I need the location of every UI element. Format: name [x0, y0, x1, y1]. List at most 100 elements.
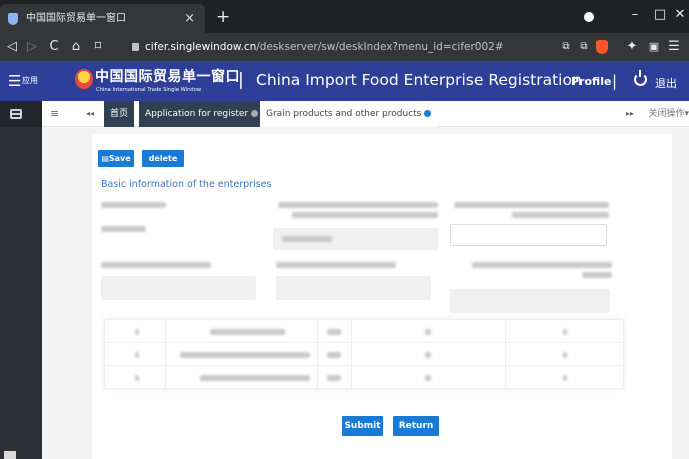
- cell-text: [135, 329, 139, 335]
- field-label: [101, 262, 211, 268]
- logo-text-cn: 中国国际贸易单一窗口: [95, 69, 240, 85]
- submit-button[interactable]: Submit: [342, 416, 383, 436]
- lock-icon: [132, 43, 139, 51]
- cell-text: [327, 375, 341, 381]
- text-field[interactable]: [450, 224, 607, 246]
- browser-tab[interactable]: 中国国际贸易单一窗口 ×: [0, 4, 205, 33]
- reload-icon[interactable]: C: [44, 33, 64, 61]
- field-label: [278, 202, 438, 208]
- field-value: [101, 226, 146, 232]
- sidebar-header: [0, 101, 42, 127]
- tab-grain-products[interactable]: Grain products and other products: [260, 101, 438, 127]
- share-icon[interactable]: ⧉: [574, 33, 594, 61]
- save-icon: ▤: [101, 154, 109, 163]
- tab-home-label: 首页: [110, 109, 129, 119]
- table-row[interactable]: [105, 366, 625, 389]
- url-host: cifer.singlewindow.cn: [145, 41, 257, 53]
- sidebar-toggle-icon[interactable]: [10, 109, 22, 119]
- address-bar[interactable]: cifer.singlewindow.cn/deskserver/sw/desk…: [132, 37, 552, 57]
- text-field[interactable]: [276, 276, 431, 300]
- save-button[interactable]: ▤Save: [98, 150, 134, 167]
- tab-scroll-left-icon[interactable]: ◂◂: [86, 101, 94, 127]
- cell-text: [200, 375, 310, 381]
- field-label: [276, 262, 396, 268]
- sidebar-scrollbar[interactable]: [4, 451, 16, 459]
- tab-menu-icon[interactable]: ≡: [50, 101, 59, 127]
- tab-grain-label: Grain products and other products: [266, 109, 422, 119]
- save-label: Save: [108, 154, 131, 163]
- page-tabstrip: ≡ ◂◂ 首页 Application for register Grain p…: [42, 101, 689, 127]
- wallet-icon[interactable]: ▣: [644, 33, 664, 61]
- form-panel: ▤Save delete Basic information of the en…: [92, 134, 672, 459]
- tab-close-icon[interactable]: [251, 110, 259, 117]
- browser-tabbar: 中国国际贸易单一窗口 × + – □ ✕: [0, 0, 689, 33]
- section-title: Basic information of the enterprises: [101, 179, 272, 190]
- url-path: /deskserver/sw/deskIndex?menu_id=cifer00…: [256, 41, 504, 53]
- text-field[interactable]: [450, 289, 610, 313]
- back-icon[interactable]: ◁: [2, 33, 22, 61]
- delete-button[interactable]: delete: [142, 150, 184, 167]
- app-header: ☰ 应用 中国国际贸易单一窗口 China International Trad…: [0, 61, 689, 101]
- close-operations-dropdown[interactable]: 关闭操作▾: [648, 101, 689, 127]
- cell-text: [135, 352, 139, 358]
- text-field[interactable]: [101, 276, 256, 300]
- tab-application-label: Application for register: [145, 109, 249, 119]
- table-row[interactable]: [105, 320, 625, 343]
- products-table: [104, 319, 625, 390]
- main-content: ▤Save delete Basic information of the en…: [42, 127, 689, 459]
- field-label: [454, 202, 609, 208]
- table-divider: [317, 320, 318, 390]
- forward-icon[interactable]: ▷: [22, 33, 42, 61]
- cell-text: [327, 329, 341, 335]
- tab-home[interactable]: 首页: [104, 101, 135, 127]
- site-favicon-icon: [8, 13, 18, 25]
- browser-tab-title: 中国国际贸易单一窗口: [26, 13, 126, 24]
- table-divider: [505, 320, 506, 390]
- field-value: [282, 236, 332, 242]
- field-label: [512, 212, 609, 218]
- cell-text: [563, 352, 567, 358]
- table-row[interactable]: [105, 343, 625, 366]
- tab-application-for-register[interactable]: Application for register: [139, 101, 265, 127]
- field-label: [582, 272, 612, 278]
- browser-navbar: ◁ ▷ C ⌂ ⌑ cifer.singlewindow.cn/deskserv…: [0, 33, 689, 61]
- cell-text: [210, 329, 285, 335]
- cell-text: [563, 329, 567, 335]
- field-label: [472, 262, 612, 268]
- table-divider: [165, 320, 166, 390]
- return-button[interactable]: Return: [393, 416, 439, 436]
- cell-text: [327, 352, 341, 358]
- cell-text: [425, 375, 431, 381]
- header-separator-2: |: [612, 72, 618, 90]
- bookmark-icon[interactable]: ⌑: [88, 33, 108, 61]
- page-title: China Import Food Enterprise Registratio…: [256, 71, 582, 89]
- tab-close-icon[interactable]: [424, 110, 432, 117]
- tab-close-icon[interactable]: ×: [184, 4, 195, 33]
- cell-text: [180, 352, 310, 358]
- brave-shield-icon[interactable]: [596, 40, 608, 54]
- field-label: [101, 202, 166, 208]
- app-menu-icon[interactable]: ☰: [8, 61, 21, 101]
- sidebar: [0, 101, 42, 459]
- single-window-logo-icon: [75, 69, 93, 89]
- app-menu-label[interactable]: 应用: [22, 61, 38, 101]
- browser-menu-icon[interactable]: ☰: [664, 33, 684, 61]
- cell-text: [425, 352, 431, 358]
- logo-text-en: China International Trade Single Window: [96, 87, 202, 93]
- table-divider: [351, 320, 352, 390]
- cell-text: [425, 329, 431, 335]
- record-indicator-icon: [584, 12, 594, 22]
- window-close-button[interactable]: ✕: [665, 0, 689, 33]
- header-separator: |: [238, 70, 244, 90]
- field-label: [292, 212, 438, 218]
- cell-text: [563, 375, 567, 381]
- translate-icon[interactable]: ⧉: [556, 33, 576, 61]
- extensions-icon[interactable]: ✦: [622, 33, 642, 61]
- power-icon[interactable]: [634, 70, 647, 86]
- home-icon[interactable]: ⌂: [66, 33, 86, 61]
- cell-text: [135, 375, 139, 381]
- logout-link[interactable]: 退出: [655, 75, 677, 91]
- tab-scroll-right-icon[interactable]: ▸▸: [626, 101, 634, 127]
- profile-link[interactable]: Profile: [571, 75, 611, 88]
- new-tab-button[interactable]: +: [216, 4, 230, 30]
